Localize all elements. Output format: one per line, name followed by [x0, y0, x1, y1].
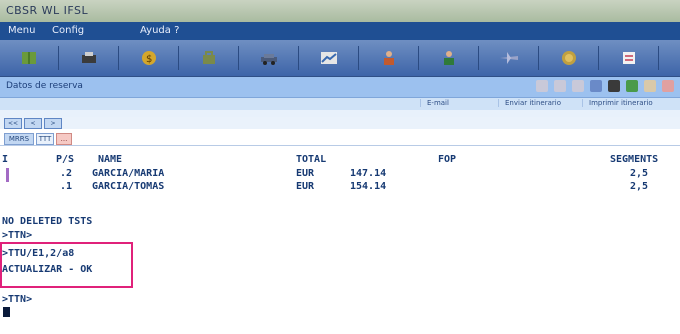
terminal-tabs: MRRS TTT ...: [0, 131, 680, 146]
terminal-prompt-2: >TTN>: [2, 294, 33, 305]
header-col-i: I: [2, 154, 9, 165]
row-1-name: GARCIA/MARIA: [92, 168, 165, 179]
row-2-name: GARCIA/TOMAS: [92, 181, 165, 192]
nav-next-button[interactable]: >: [44, 118, 62, 129]
dollar-icon: $: [142, 51, 156, 65]
forward-icon[interactable]: [572, 80, 584, 92]
toolbar-chart-button[interactable]: [300, 46, 359, 70]
book-icon: [22, 52, 36, 64]
header-col-total: TOTAL: [296, 154, 327, 165]
plane-icon: [500, 52, 518, 64]
toolbar-print-button[interactable]: [60, 46, 119, 70]
printer-icon: [82, 52, 96, 63]
nav-first-button[interactable]: <<: [4, 118, 22, 129]
navigation-row: << < >: [0, 117, 680, 129]
main-toolbar: $: [0, 40, 680, 77]
coin-icon: [562, 51, 576, 65]
row-2-segments: 2,5: [630, 181, 649, 192]
person-icon: [384, 51, 394, 65]
row-1-segments: 2,5: [630, 168, 649, 179]
person-icon: [444, 51, 454, 65]
row-1-number: .2: [60, 168, 73, 179]
toolbar-passenger-button[interactable]: [420, 46, 479, 70]
header-col-ps: P/S: [56, 154, 75, 165]
terminal-cursor: [3, 307, 10, 317]
tab-mrrs[interactable]: MRRS: [4, 133, 34, 145]
header-col-name: NAME: [98, 154, 123, 165]
tab-ttt[interactable]: TTT: [36, 133, 54, 145]
spacer-strip: [0, 110, 680, 117]
toolbar-notes-button[interactable]: [600, 46, 659, 70]
car-icon: [261, 54, 277, 65]
help-icon[interactable]: [644, 80, 656, 92]
terminal-prompt-1: >TTN>: [2, 230, 33, 241]
nav-previous-button[interactable]: <: [24, 118, 42, 129]
header-col-segments: SEGMENTS: [610, 154, 659, 165]
email-link[interactable]: E-mail: [420, 99, 455, 107]
row-1-amount: 147.14: [350, 168, 387, 179]
subbar-icons: [536, 80, 674, 92]
send-itinerary-link[interactable]: Enviar itinerario: [498, 99, 567, 107]
chart-icon: [321, 52, 337, 64]
close-icon[interactable]: [662, 80, 674, 92]
reservation-data-bar: Datos de reserva: [0, 77, 680, 98]
actions-strip: E-mail Enviar itinerario Imprimir itiner…: [0, 98, 680, 110]
print-itinerary-link[interactable]: Imprimir itinerario: [582, 99, 659, 107]
row-2-currency: EUR: [296, 181, 315, 192]
window-title: CBSR WL IFSL: [6, 4, 89, 17]
row-marker: [6, 168, 9, 182]
row-2-amount: 154.14: [350, 181, 387, 192]
title-bar: CBSR WL IFSL: [0, 0, 680, 23]
menu-item-menu[interactable]: Menu: [8, 25, 35, 36]
terminal-screen[interactable]: I P/S NAME TOTAL FOP SEGMENTS .2 GARCIA/…: [0, 148, 680, 334]
note-icon: [623, 52, 635, 64]
toolbar-car-button[interactable]: [240, 46, 299, 70]
svg-text:$: $: [146, 54, 152, 65]
bag-icon: [203, 51, 215, 64]
window-icon[interactable]: [590, 80, 602, 92]
row-2-number: .1: [60, 181, 73, 192]
toolbar-agent-button[interactable]: [360, 46, 419, 70]
header-col-fop: FOP: [438, 154, 457, 165]
menu-bar: Menu Config Ayuda ?: [0, 22, 680, 40]
row-1-currency: EUR: [296, 168, 315, 179]
terminal-line-no-deleted: NO DELETED TSTS: [2, 216, 93, 227]
print-icon[interactable]: [608, 80, 620, 92]
toolbar-payment-button[interactable]: [540, 46, 599, 70]
menu-item-help[interactable]: Ayuda ?: [140, 25, 179, 36]
toolbar-flight-button[interactable]: [480, 46, 539, 70]
menu-item-config[interactable]: Config: [52, 25, 84, 36]
toolbar-currency-button[interactable]: $: [120, 46, 179, 70]
tab-extra[interactable]: ...: [56, 133, 72, 145]
highlight-box: [0, 242, 133, 288]
reservation-data-label: Datos de reserva: [6, 81, 83, 91]
refresh-icon[interactable]: [536, 80, 548, 92]
toolbar-book-button[interactable]: [0, 46, 59, 70]
toolbar-bag-button[interactable]: [180, 46, 239, 70]
send-icon[interactable]: [626, 80, 638, 92]
back-icon[interactable]: [554, 80, 566, 92]
